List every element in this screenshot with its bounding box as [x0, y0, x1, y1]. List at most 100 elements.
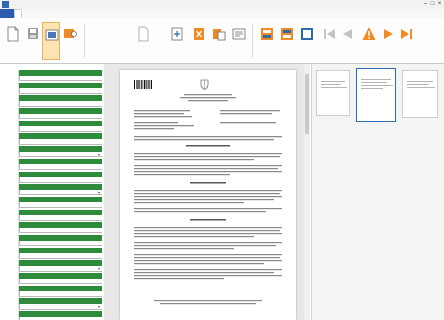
warning-button[interactable]: [360, 22, 378, 60]
field-20: [19, 311, 102, 320]
field-input[interactable]: [19, 75, 102, 82]
scan-icon: [45, 29, 59, 41]
previous-page-button[interactable]: [338, 22, 356, 60]
save-icon: [28, 28, 38, 39]
ribbon-tabs: [0, 9, 444, 18]
field-19: ▾: [19, 298, 102, 310]
page-thumbnail-2[interactable]: [356, 68, 396, 122]
field-3: [19, 95, 102, 107]
form-button[interactable]: [230, 22, 248, 60]
document-page: [120, 70, 296, 320]
rotate-button[interactable]: [210, 22, 228, 60]
chevron-down-icon[interactable]: ▾: [98, 190, 100, 195]
scan-button[interactable]: [42, 22, 60, 60]
save-button[interactable]: [24, 22, 42, 60]
field-input[interactable]: [19, 253, 102, 259]
chevron-down-icon[interactable]: ▾: [98, 152, 100, 157]
field-10: ▾: [19, 184, 102, 196]
field-input[interactable]: [19, 240, 102, 247]
page-thumbnail-1[interactable]: [316, 70, 350, 116]
field-input[interactable]: [19, 151, 102, 158]
last-page-icon: [401, 29, 412, 39]
office-button[interactable]: [258, 22, 276, 60]
field-input[interactable]: [19, 265, 102, 272]
next-page-button[interactable]: [380, 22, 398, 60]
field-input[interactable]: [19, 100, 102, 107]
field-input[interactable]: [19, 113, 102, 120]
tab-1[interactable]: [14, 9, 22, 18]
field-5: [19, 120, 102, 133]
thumbnail-text-line: [321, 87, 347, 88]
chevron-down-icon[interactable]: ▾: [98, 304, 100, 309]
field-2: [19, 82, 102, 95]
blank-page-button[interactable]: [134, 22, 152, 60]
tab-6[interactable]: [46, 9, 52, 18]
field-input[interactable]: [19, 88, 102, 94]
pages-icon: [281, 28, 293, 40]
viewer-scrollbar[interactable]: [304, 64, 310, 320]
field-16: ▾: [19, 260, 102, 272]
thumbnail-text-line: [321, 81, 345, 82]
thumbnail-text-line: [361, 85, 393, 86]
field-input[interactable]: [19, 316, 102, 320]
field-8: [19, 158, 102, 171]
chevron-down-icon[interactable]: ▾: [98, 266, 100, 271]
pages-button[interactable]: [278, 22, 296, 60]
document-icon: [7, 26, 19, 42]
field-9: [19, 171, 102, 184]
scrollbar-thumb[interactable]: [305, 74, 309, 134]
first-page-button[interactable]: [320, 22, 338, 60]
window-controls: – □ ×: [422, 0, 443, 9]
field-11: [19, 196, 102, 209]
blank-page-icon: [138, 26, 149, 42]
tab-file[interactable]: [0, 9, 14, 18]
field-7: ▾: [19, 146, 102, 158]
office-icon: [261, 28, 273, 40]
field-14: [19, 234, 102, 247]
form-icon: [232, 28, 246, 40]
ribbon-separator: [252, 24, 253, 58]
app-icon: [2, 1, 9, 8]
close-document-icon: [194, 28, 204, 40]
field-17: [19, 273, 102, 285]
thumbnail-text-line: [407, 81, 433, 82]
split-button[interactable]: [298, 22, 316, 60]
field-input[interactable]: [19, 215, 102, 221]
page-thumbnail-3[interactable]: [402, 70, 438, 118]
metadata-panel: ▾ ▾ ▾ ▾: [18, 70, 102, 320]
thumbnail-text-line: [407, 87, 435, 88]
warning-icon: [362, 27, 376, 40]
last-page-button[interactable]: [398, 22, 416, 60]
split-icon: [301, 28, 313, 40]
close-document-button[interactable]: [190, 22, 208, 60]
field-input[interactable]: [19, 202, 102, 209]
export-button[interactable]: [168, 22, 186, 60]
field-1: [19, 70, 102, 82]
field-input[interactable]: [19, 177, 102, 183]
field-input[interactable]: [19, 126, 102, 132]
minimize-button[interactable]: –: [422, 0, 429, 9]
thumbnail-text-line: [361, 82, 387, 83]
field-input[interactable]: [19, 164, 102, 170]
ribbon-toolbar: [0, 18, 444, 64]
field-18: [19, 285, 102, 298]
ribbon-separator: [84, 24, 85, 58]
maximize-button[interactable]: □: [429, 0, 436, 9]
field-input[interactable]: [19, 139, 102, 145]
rotate-icon: [213, 29, 226, 41]
previous-page-icon: [343, 29, 352, 39]
next-page-icon: [384, 29, 393, 39]
field-input[interactable]: [19, 291, 102, 297]
document-button[interactable]: [4, 22, 22, 60]
document-viewer[interactable]: [104, 64, 310, 320]
field-input[interactable]: [19, 227, 102, 234]
main-area: ▾ ▾ ▾ ▾: [0, 64, 444, 320]
thumbnail-text-line: [361, 79, 391, 80]
image-settings-button[interactable]: [61, 22, 79, 60]
field-input[interactable]: [19, 303, 102, 310]
title-bar: – □ ×: [0, 0, 444, 9]
field-input[interactable]: [19, 278, 102, 285]
close-button[interactable]: ×: [436, 0, 443, 9]
thumbnail-panel: [311, 64, 444, 320]
field-input[interactable]: [19, 189, 102, 196]
